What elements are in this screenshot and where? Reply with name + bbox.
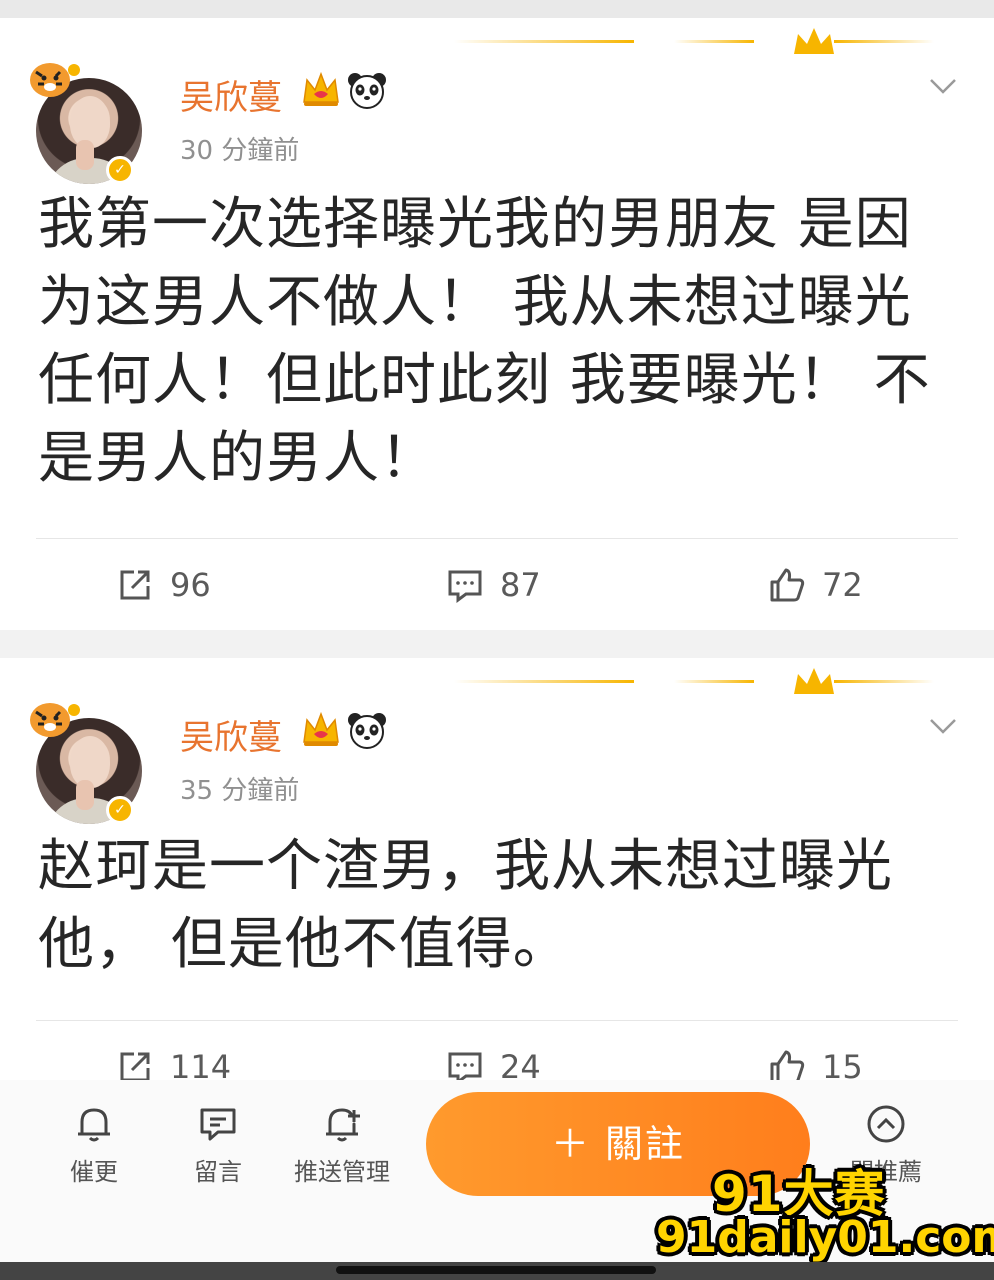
- thumbs-up-icon: [770, 568, 805, 602]
- comment-button[interactable]: 87: [446, 560, 541, 610]
- author-name[interactable]: 吴欣蔓: [180, 710, 282, 759]
- crown-icon[interactable]: [300, 710, 342, 750]
- crown-icon[interactable]: [300, 70, 342, 110]
- post-card: ✓ 吴欣蔓 35 分鐘前 赵珂是一个渣男，我从未想过曝光他， 但是他不值得。 1…: [0, 658, 994, 1080]
- like-button[interactable]: 15: [768, 1042, 863, 1080]
- comment-button[interactable]: 24: [446, 1042, 541, 1080]
- repost-button[interactable]: 96: [116, 560, 211, 610]
- verified-badge-icon: ✓: [106, 796, 134, 824]
- thumbs-up-icon: [770, 1050, 805, 1080]
- crown-icon: [794, 668, 834, 694]
- post-card: ✓ 吴欣蔓 30 分鐘前 我第一次选择曝光我的男朋友 是因为这男人不做人！ 我从…: [0, 18, 994, 630]
- comment-icon: [448, 570, 482, 603]
- post-actions: 114 24 15: [0, 1042, 994, 1080]
- post-text: 赵珂是一个渣男，我从未想过曝光他， 但是他不值得。: [38, 834, 893, 977]
- push-settings-label: 推送管理: [294, 1158, 390, 1186]
- post-actions: 96 87 72: [0, 560, 994, 610]
- like-button[interactable]: 72: [768, 560, 863, 610]
- bell-plus-icon: [326, 1108, 360, 1142]
- push-settings-tab[interactable]: 推送管理: [282, 1102, 402, 1187]
- divider: [36, 538, 958, 539]
- avatar[interactable]: ✓: [30, 698, 150, 826]
- bell-icon: [78, 1108, 110, 1142]
- repost-icon: [120, 1052, 150, 1080]
- tiger-icon: [30, 63, 80, 97]
- watermark-url: 91daily01.com: [656, 1212, 994, 1263]
- post-time: 35 分鐘前: [180, 776, 300, 806]
- repost-button[interactable]: 114: [116, 1042, 231, 1080]
- comment-count: 24: [500, 1048, 541, 1080]
- chevron-down-icon[interactable]: [928, 76, 958, 96]
- repost-count: 96: [170, 566, 211, 604]
- repost-count: 114: [170, 1048, 232, 1080]
- comment-icon: [448, 1052, 482, 1080]
- author-name[interactable]: 吴欣蔓: [180, 70, 282, 119]
- avatar[interactable]: ✓: [30, 58, 150, 186]
- like-count: 72: [822, 566, 863, 604]
- panda-icon[interactable]: [346, 70, 388, 110]
- comment-count: 87: [500, 566, 541, 604]
- top-strip: [0, 0, 994, 18]
- repost-icon: [120, 570, 150, 600]
- chevron-up-circle-icon: [867, 1105, 905, 1143]
- panda-icon[interactable]: [346, 710, 388, 750]
- message-icon: [200, 1108, 236, 1141]
- post-text: 我第一次选择曝光我的男朋友 是因为这男人不做人！ 我从未想过曝光任何人！但此时此…: [38, 192, 931, 491]
- tiger-icon: [30, 703, 80, 737]
- message-tab[interactable]: 留言: [158, 1102, 278, 1187]
- home-indicator[interactable]: [336, 1266, 656, 1274]
- user-badges: [300, 708, 388, 752]
- remind-label: 催更: [70, 1158, 118, 1186]
- crown-icon: [794, 28, 834, 54]
- message-label: 留言: [194, 1158, 242, 1186]
- divider: [36, 1020, 958, 1021]
- remind-tab[interactable]: 催更: [34, 1102, 154, 1187]
- user-badges: [300, 68, 388, 112]
- like-count: 15: [822, 1048, 863, 1080]
- chevron-down-icon[interactable]: [928, 716, 958, 736]
- post-time: 30 分鐘前: [180, 136, 300, 166]
- verified-badge-icon: ✓: [106, 156, 134, 184]
